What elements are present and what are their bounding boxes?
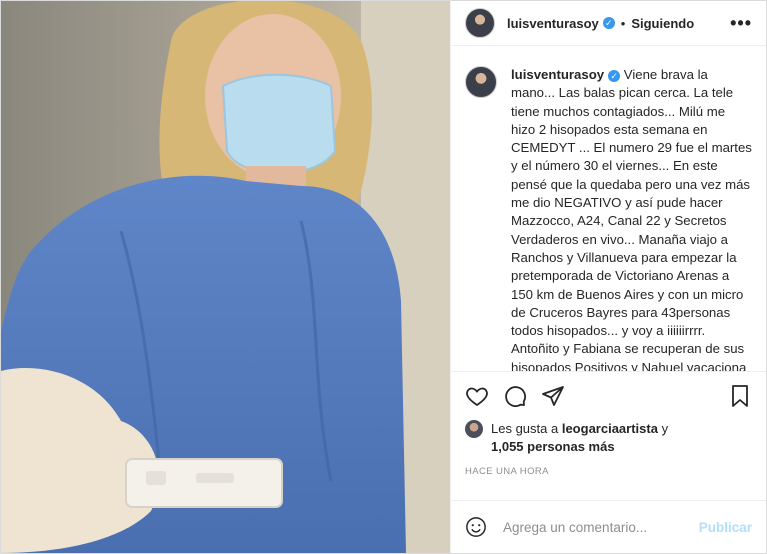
caption-username[interactable]: luisventurasoy [511, 67, 604, 82]
caption-text: Viene brava la mano... Las balas pican c… [511, 67, 752, 371]
liker-avatar[interactable] [465, 420, 483, 438]
caption-verified-badge-icon: ✓ [608, 69, 621, 82]
likes-text: Les gusta a leogarciaartista y 1,055 per… [491, 420, 668, 456]
likes-prefix: Les gusta a [491, 421, 559, 436]
following-button[interactable]: Siguiendo [631, 16, 694, 31]
likes-connector: y [661, 421, 669, 436]
separator-dot: • [620, 15, 626, 31]
caption-author-avatar[interactable] [465, 66, 497, 98]
likes-summary: Les gusta a leogarciaartista y 1,055 per… [451, 420, 766, 456]
author-username[interactable]: luisventurasoy [507, 16, 599, 31]
post-sidebar: luisventurasoy ✓ • Siguiendo ••• luisven… [450, 1, 766, 553]
author-avatar[interactable] [465, 8, 495, 38]
post-timestamp[interactable]: HACE UNA HORA [451, 456, 766, 484]
post-photo[interactable] [1, 1, 450, 553]
photo-illustration [1, 1, 450, 553]
post-header: luisventurasoy ✓ • Siguiendo ••• [451, 1, 766, 46]
emoji-icon[interactable] [465, 516, 487, 538]
caption-text-block: luisventurasoy ✓ Viene brava la mano... L… [511, 66, 752, 371]
comment-input[interactable] [501, 518, 699, 536]
comment-box: Publicar [451, 500, 766, 553]
comment-icon[interactable] [503, 384, 527, 408]
verified-badge-icon: ✓ [602, 17, 615, 29]
post-actions-bar [451, 371, 766, 420]
liker-username[interactable]: leogarciaartista [562, 421, 658, 436]
publish-button[interactable]: Publicar [699, 520, 752, 535]
bookmark-icon[interactable] [728, 384, 752, 408]
heart-icon[interactable] [465, 384, 489, 408]
paper-plane-icon[interactable] [541, 384, 565, 408]
caption-area: luisventurasoy ✓ Viene brava la mano... L… [451, 46, 766, 371]
likes-others-link[interactable]: 1,055 personas más [491, 439, 615, 454]
more-options-icon[interactable]: ••• [730, 13, 752, 34]
instagram-post-modal: luisventurasoy ✓ • Siguiendo ••• luisven… [0, 0, 767, 554]
